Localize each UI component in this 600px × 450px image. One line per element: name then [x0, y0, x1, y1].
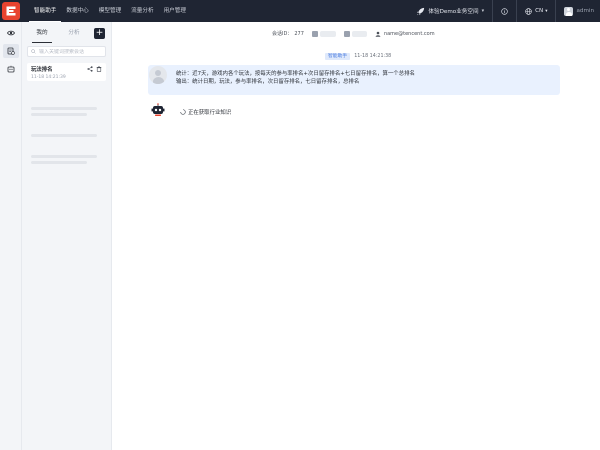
chevron-down-icon: ▾ — [481, 8, 485, 14]
bot-status-text: 正在获取行业知识 — [188, 110, 232, 116]
session-id-label: 会话ID： — [272, 31, 293, 37]
nav-item-traffic-analysis[interactable]: 流量分析 — [126, 0, 158, 22]
bot-status: 正在获取行业知识 — [180, 108, 231, 116]
loading-placeholder — [31, 134, 97, 137]
chat-area: 会话ID： 277 name@tencent.com 智能助手 11-18 14… — [112, 22, 600, 450]
main-nav: 智能助手 数据中心 模型管理 流量分析 用户管理 — [29, 0, 191, 22]
blurred-label — [352, 30, 367, 37]
user-icon — [375, 31, 381, 37]
rail-eye-button[interactable] — [3, 26, 19, 40]
robot-icon — [7, 65, 14, 73]
session-time: 11-18 14:21:39 — [31, 75, 66, 80]
nav-item-data-center[interactable]: 数据中心 — [61, 0, 93, 22]
session-tabs: 我的 分析 + — [22, 22, 111, 45]
language-selector[interactable]: CN ▾ — [516, 0, 557, 22]
user-message-bubble: 统计：近7天，游戏内各个玩法，按每天的参与率排名+次日留存排名+七日留存排名，算… — [148, 65, 560, 95]
session-meta: 会话ID： 277 name@tencent.com — [272, 30, 435, 37]
globe-icon — [525, 7, 532, 15]
app-logo[interactable] — [2, 2, 20, 20]
email-text: name@tencent.com — [383, 30, 435, 37]
tab-analysis[interactable]: 分析 — [58, 22, 90, 45]
status-chip — [311, 30, 337, 37]
session-id: 277 — [294, 30, 304, 37]
model-icon — [311, 30, 318, 37]
nav-item-model-management[interactable]: 模型管理 — [94, 0, 126, 22]
message-header: 智能助手 11-18 14:21:38 — [325, 53, 391, 60]
session-item[interactable]: 玩法排名 11-18 14:21:39 — [27, 63, 106, 81]
tab-mine[interactable]: 我的 — [26, 22, 58, 45]
loading-placeholder — [31, 155, 97, 158]
logo-icon — [6, 6, 16, 16]
user-email: name@tencent.com — [375, 31, 435, 37]
rocket-icon — [417, 7, 425, 15]
loading-placeholder — [31, 161, 87, 164]
share-icon[interactable] — [87, 66, 93, 72]
session-panel: 我的 分析 + 玩法排名 11-18 14:21:39 — [22, 22, 112, 450]
user-message-line: 统计：近7天，游戏内各个玩法，按每天的参与率排名+次日留存排名+七日留存排名，算… — [176, 71, 415, 77]
search-icon — [31, 49, 36, 54]
blurred-label — [319, 30, 337, 37]
avatar — [564, 6, 574, 16]
nav-item-user-management[interactable]: 用户管理 — [159, 0, 191, 22]
loading-placeholder — [31, 107, 97, 110]
workspace-name: 体验Demo业务空间 — [428, 9, 479, 15]
language-label: CN — [535, 8, 544, 14]
chevron-down-icon: ▾ — [545, 8, 548, 14]
avatar — [149, 66, 167, 84]
workspace-selector[interactable]: 体验Demo业务空间 ▾ — [408, 0, 494, 22]
session-actions — [84, 66, 102, 72]
rail-robot-button[interactable] — [3, 62, 19, 76]
delete-icon[interactable] — [96, 66, 102, 72]
eye-icon — [6, 30, 15, 36]
model-icon — [344, 30, 351, 37]
loading-placeholder — [31, 113, 87, 116]
bot-avatar-icon — [151, 103, 165, 116]
user-name: admin — [576, 8, 594, 14]
chat-history-icon — [7, 47, 15, 55]
loading-spinner-icon — [180, 109, 186, 115]
top-navigation-bar: 智能助手 数据中心 模型管理 流量分析 用户管理 体验Demo业务空间 ▾ CN… — [0, 0, 600, 22]
session-search — [27, 46, 106, 57]
icon-rail — [0, 22, 22, 450]
user-message-line: 输出：统计日期，玩法，参与率排名，次日留存排名，七日留存排名，总排名 — [176, 79, 360, 85]
new-session-button[interactable]: + — [94, 28, 105, 39]
info-icon[interactable] — [501, 7, 508, 15]
message-timestamp: 11-18 14:21:38 — [354, 54, 392, 59]
top-right-controls: 体验Demo业务空间 ▾ CN ▾ admin — [408, 0, 594, 22]
search-input[interactable] — [39, 48, 105, 55]
nav-item-assistant[interactable]: 智能助手 — [29, 0, 62, 22]
status-chip — [344, 30, 367, 37]
user-menu[interactable]: admin — [564, 6, 594, 16]
rail-chat-button[interactable] — [2, 44, 19, 58]
sender-badge: 智能助手 — [325, 53, 351, 60]
